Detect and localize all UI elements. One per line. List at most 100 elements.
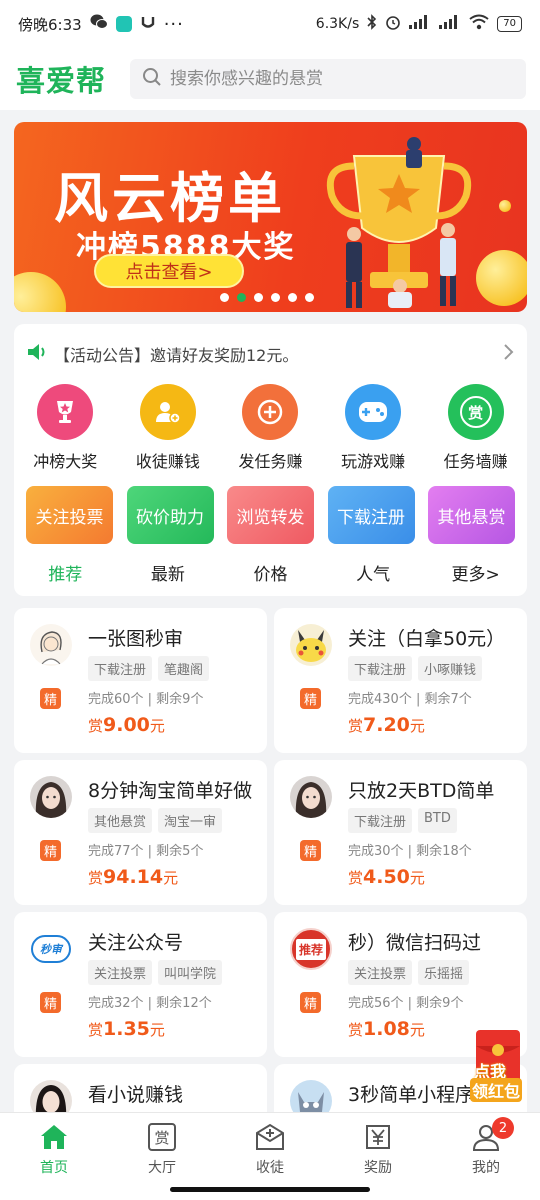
task-title: 秒）微信扫码过	[348, 932, 482, 954]
announcement-text: 【活动公告】邀请好友奖励12元。	[54, 346, 299, 365]
task-tag: 下载注册	[88, 656, 153, 681]
gamepad-icon	[345, 384, 402, 440]
red-envelope-button[interactable]: 点我 领红包	[470, 1030, 532, 1102]
task-stats: 完成56个 | 剩余9个	[348, 996, 464, 1011]
bottom-tab-bar: 首页 赏 大厅 收徒 奖励 2 我的	[0, 1112, 540, 1200]
coin-decoration	[499, 200, 511, 212]
task-title: 看小说赚钱	[88, 1084, 184, 1106]
task-tag: 淘宝一审	[158, 808, 223, 833]
reward-prefix: 赏	[88, 1021, 104, 1039]
task-card[interactable]: 精 8分钟淘宝简单好做 其他悬赏 淘宝一审 完成77个 | 剩余5个 赏94.1…	[14, 760, 267, 905]
tag-follow-vote[interactable]: 关注投票	[26, 486, 113, 544]
miaoshen-logo: 秒审	[31, 935, 71, 963]
sort-tab-popularity[interactable]: 人气	[322, 560, 425, 585]
app-logo: 喜爱帮	[16, 64, 107, 98]
reward-amount: 94.14	[103, 866, 164, 888]
pagination-dot[interactable]	[220, 293, 229, 302]
task-title: 关注（白拿50元）	[348, 628, 506, 650]
category-row: 冲榜大奖 收徒赚钱 发任务赚 玩游戏赚 赏 任务墙赚	[14, 384, 527, 472]
category-label: 收徒赚钱	[135, 452, 200, 471]
category-task-wall[interactable]: 赏 任务墙赚	[424, 384, 527, 472]
search-input[interactable]	[170, 69, 514, 89]
sort-tab-recommended[interactable]: 推荐	[14, 560, 117, 585]
category-recruit[interactable]: 收徒赚钱	[117, 384, 220, 472]
task-card[interactable]: 精 一张图秒审 下载注册 笔趣阁 完成60个 | 剩余9个 赏9.00元	[14, 608, 267, 753]
task-tag: 关注投票	[348, 960, 413, 985]
tab-label: 我的	[472, 1160, 500, 1176]
notification-badge: 2	[492, 1117, 514, 1139]
home-indicator	[170, 1187, 370, 1192]
reward-suffix: 元	[409, 1021, 425, 1039]
tab-label: 收徒	[256, 1160, 284, 1176]
task-tags: 关注投票 叫叫学院	[88, 960, 223, 985]
reward-prefix: 赏	[348, 1021, 364, 1039]
task-card[interactable]: 秒审 精 关注公众号 关注投票 叫叫学院 完成32个 | 剩余12个 赏1.35…	[14, 912, 267, 1057]
task-card[interactable]: 精 只放2天BTD简单 下载注册 BTD 完成30个 | 剩余18个 赏4.50…	[274, 760, 527, 905]
trophy-illustration	[326, 137, 472, 308]
reward-amount: 1.08	[363, 1018, 410, 1040]
avatar	[290, 624, 332, 666]
task-card[interactable]: 精 关注（白拿50元） 下载注册 小啄赚钱 完成430个 | 剩余7个 赏7.2…	[274, 608, 527, 753]
task-title: 3秒简单小程序	[348, 1084, 475, 1106]
tag-download-register[interactable]: 下载注册	[327, 486, 415, 544]
tab-home[interactable]: 首页	[0, 1113, 108, 1200]
avatar: 推荐	[290, 928, 332, 970]
sort-tab-price[interactable]: 价格	[219, 560, 322, 585]
category-rank-prize[interactable]: 冲榜大奖	[14, 384, 117, 472]
pagination-dot[interactable]	[271, 293, 280, 302]
sort-tab-latest[interactable]: 最新	[117, 560, 220, 585]
task-title: 只放2天BTD简单	[348, 780, 495, 802]
reward-prefix: 赏	[348, 869, 364, 887]
featured-badge: 精	[300, 992, 321, 1013]
task-stats: 完成60个 | 剩余9个	[88, 692, 204, 707]
pagination-dot[interactable]	[305, 293, 314, 302]
banner-cta-button[interactable]: 点击查看>	[94, 254, 244, 288]
category-label: 发任务赚	[238, 452, 303, 471]
pagination-dot[interactable]	[288, 293, 297, 302]
promo-banner[interactable]: 风云榜单 冲榜5888大奖 点击查看>	[14, 122, 527, 312]
reward-prefix: 赏	[88, 717, 104, 735]
tag-bargain[interactable]: 砍价助力	[126, 486, 214, 544]
task-reward: 赏94.14元	[88, 866, 178, 888]
tag-other[interactable]: 其他悬赏	[428, 486, 515, 544]
trophy-icon	[37, 384, 94, 440]
task-reward: 赏1.08元	[348, 1018, 425, 1040]
task-tag: 其他悬赏	[88, 808, 153, 833]
reward-amount: 9.00	[103, 714, 150, 736]
task-stats: 完成30个 | 剩余18个	[348, 844, 472, 859]
reward-suffix: 元	[149, 717, 165, 735]
category-games[interactable]: 玩游戏赚	[322, 384, 425, 472]
pagination-dot[interactable]	[254, 293, 263, 302]
search-bar[interactable]	[130, 59, 526, 99]
sort-tab-more[interactable]: 更多>	[424, 560, 527, 585]
task-title: 一张图秒审	[88, 628, 184, 650]
avatar	[30, 776, 72, 818]
speaker-icon	[26, 343, 48, 365]
tag-browse-share[interactable]: 浏览转发	[227, 486, 314, 544]
reward-icon: 赏	[447, 384, 504, 440]
task-stats: 完成430个 | 剩余7个	[348, 692, 472, 707]
task-stats: 完成77个 | 剩余5个	[88, 844, 204, 859]
pagination-dot-active[interactable]	[237, 293, 246, 302]
notification-icon	[140, 14, 156, 34]
tab-mine[interactable]: 2 我的	[432, 1113, 540, 1200]
tab-label: 首页	[40, 1160, 68, 1176]
tab-label: 大厅	[148, 1160, 176, 1176]
category-post-task[interactable]: 发任务赚	[219, 384, 322, 472]
red-envelope-text-2: 领红包	[470, 1078, 523, 1102]
task-reward: 赏1.35元	[88, 1018, 165, 1040]
reward-amount: 1.35	[103, 1018, 150, 1040]
featured-badge: 精	[300, 840, 321, 861]
task-reward: 赏9.00元	[88, 714, 165, 736]
status-bar: 傍晚6:33 ··· 6.3K/s 70	[0, 0, 540, 48]
avatar	[290, 776, 332, 818]
battery-icon: 70	[497, 16, 522, 32]
hall-glyph: 赏	[148, 1123, 176, 1151]
search-icon	[142, 67, 162, 91]
mail-add-icon	[254, 1121, 286, 1153]
featured-badge: 精	[40, 840, 61, 861]
recommend-badge: 推荐	[295, 938, 326, 960]
announcement-bar[interactable]: 【活动公告】邀请好友奖励12元。	[26, 342, 515, 366]
task-reward: 赏7.20元	[348, 714, 425, 736]
add-user-icon	[139, 384, 196, 440]
